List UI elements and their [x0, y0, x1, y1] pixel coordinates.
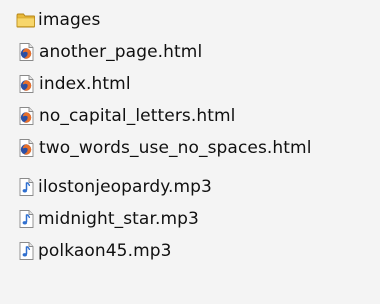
file-name: another_page.html — [39, 42, 203, 62]
file-item-index-html[interactable]: index.html — [16, 69, 131, 99]
firefox-html-icon — [16, 106, 36, 126]
firefox-html-icon — [16, 42, 36, 62]
firefox-html-icon — [16, 138, 36, 158]
firefox-html-icon — [16, 74, 36, 94]
file-name: polkaon45.mp3 — [38, 241, 172, 261]
file-item-polkaon45-mp3[interactable]: polkaon45.mp3 — [16, 236, 172, 266]
file-name: images — [38, 10, 101, 30]
file-item-no-capital-letters-html[interactable]: no_capital_letters.html — [16, 101, 236, 131]
audio-note-icon — [16, 177, 36, 197]
file-name: two_words_use_no_spaces.html — [39, 138, 312, 158]
file-item-midnight-star-mp3[interactable]: midnight_star.mp3 — [16, 204, 199, 234]
file-item-images[interactable]: images — [16, 5, 100, 35]
file-list: images another_page.html index.html no_c… — [0, 0, 380, 304]
file-name: ilostonjeopardy.mp3 — [38, 177, 212, 197]
folder-icon — [16, 10, 36, 30]
file-item-two-words-use-no-spaces-html[interactable]: two_words_use_no_spaces.html — [16, 133, 312, 163]
file-name: no_capital_letters.html — [39, 106, 236, 126]
file-item-another-page-html[interactable]: another_page.html — [16, 37, 202, 67]
file-item-ilostonjeopardy-mp3[interactable]: ilostonjeopardy.mp3 — [16, 172, 212, 202]
file-name: midnight_star.mp3 — [38, 209, 199, 229]
file-name: index.html — [39, 74, 131, 94]
audio-note-icon — [16, 209, 36, 229]
audio-note-icon — [16, 241, 36, 261]
